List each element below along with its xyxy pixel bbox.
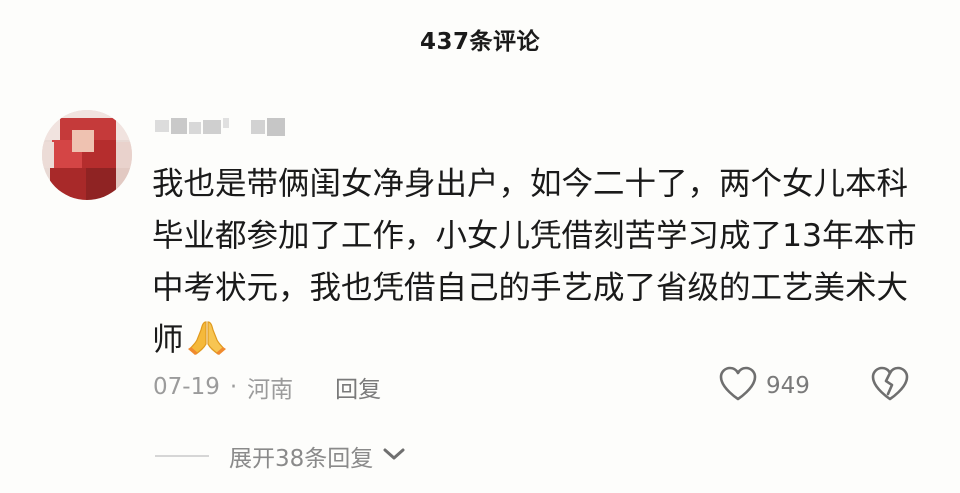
comment-body: 我也是带俩闺女净身出户，如今二十了，两个女儿本科毕业都参加了工作，小女儿凭借刻苦… xyxy=(152,158,922,372)
like-button[interactable]: 949 xyxy=(718,364,810,408)
comment-count-title: 437条评论 xyxy=(419,29,540,55)
comment-meta: 07-19 · 河南 回复 xyxy=(153,367,381,407)
chevron-down-icon xyxy=(381,445,407,467)
folded-hands-icon xyxy=(186,318,228,372)
comment-text: 我也是带俩闺女净身出户，如今二十了，两个女儿本科毕业都参加了工作，小女儿凭借刻苦… xyxy=(152,166,917,358)
divider-line xyxy=(155,455,209,457)
heart-outline-icon xyxy=(718,366,758,406)
like-count: 949 xyxy=(766,373,810,399)
reply-button[interactable]: 回复 xyxy=(335,370,381,404)
expand-replies-button[interactable]: 展开38条回复 xyxy=(155,436,407,476)
expand-replies-label: 展开38条回复 xyxy=(229,446,374,472)
meta-separator: · xyxy=(229,374,238,400)
dislike-button[interactable] xyxy=(868,364,912,408)
comments-header: 437条评论 xyxy=(0,0,960,78)
avatar[interactable] xyxy=(42,110,132,200)
comment-date: 07-19 xyxy=(153,374,220,400)
username-blurred[interactable] xyxy=(155,116,295,138)
broken-heart-icon xyxy=(870,366,910,406)
comment-location: 河南 xyxy=(247,377,294,403)
